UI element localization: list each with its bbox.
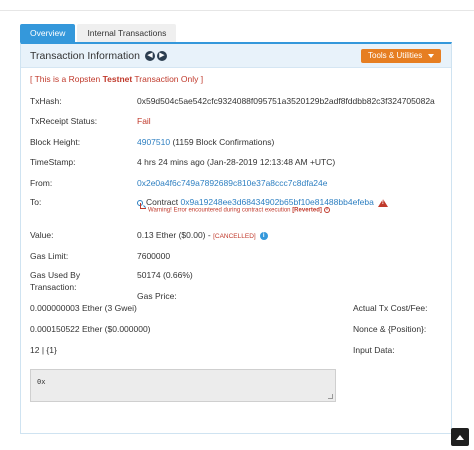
txhash-label: TxHash: xyxy=(30,96,62,106)
reverted-text: [Reverted] xyxy=(292,207,322,214)
input-data-value: 0x xyxy=(37,378,46,386)
receipt-status: Fail xyxy=(137,116,151,126)
warning-text: Warning! Error encountered during contra… xyxy=(148,207,293,214)
block-height-value: 4907510 (1159 Block Confirmations) xyxy=(137,137,274,147)
tab-bar: Overview Internal Transactions xyxy=(20,24,177,42)
resize-handle-icon[interactable] xyxy=(328,394,333,399)
nonce-label: Nonce & {Position}: xyxy=(353,324,427,334)
testnet-notice: [ This is a Ropsten Testnet Transaction … xyxy=(30,74,203,84)
from-address-link[interactable]: 0x2e0a4f6c749a7892689c810e37a8ccc7c8dfa2… xyxy=(137,178,327,188)
notice-suffix: Transaction Only ] xyxy=(132,74,204,84)
gas-price-label: Gas Price: xyxy=(137,291,177,301)
notice-prefix: [ This is a Ropsten xyxy=(30,74,103,84)
gas-used-value: 50174 (0.66%) xyxy=(137,270,193,280)
top-divider xyxy=(0,10,474,11)
tab-overview[interactable]: Overview xyxy=(20,24,76,42)
input-data-textarea[interactable]: 0x xyxy=(30,369,336,402)
from-label: From: xyxy=(30,178,53,188)
notice-bold: Testnet xyxy=(102,74,133,84)
nonce-value: 12 | {1} xyxy=(30,345,57,355)
block-confirmations: (1159 Block Confirmations) xyxy=(170,137,275,147)
gas-used-label-line1: Gas Used By xyxy=(30,270,81,280)
actual-fee-value: 0.000150522 Ether ($0.000000) xyxy=(30,324,151,334)
to-contract-link[interactable]: 0x9a19248ee3d68434902b65bf10e81488bb4efe… xyxy=(181,197,374,207)
to-label: To: xyxy=(30,197,42,207)
tools-utilities-label: Tools & Utilities xyxy=(368,51,423,60)
receipt-label: TxReceipt Status: xyxy=(30,116,98,126)
tools-utilities-button[interactable]: Tools & Utilities xyxy=(361,49,441,63)
gas-price-value: 0.000000003 Ether (3 Gwei) xyxy=(30,303,137,313)
gas-limit-label: Gas Limit: xyxy=(30,251,69,261)
prev-arrow-icon[interactable]: ◀ xyxy=(145,51,155,61)
contract-error-message: Warning! Error encountered during contra… xyxy=(148,207,330,214)
timestamp-label: TimeStamp: xyxy=(30,157,76,167)
scroll-to-top-button[interactable] xyxy=(451,428,469,446)
panel-header: Transaction Information ◀ ▶ Tools & Util… xyxy=(21,44,451,68)
tree-connector xyxy=(140,203,146,209)
caret-down-icon xyxy=(428,54,434,58)
panel-title: Transaction Information xyxy=(30,50,140,62)
info-icon[interactable]: i xyxy=(259,231,268,240)
contract-prefix: Contract xyxy=(146,197,181,207)
tab-internal-transactions[interactable]: Internal Transactions xyxy=(77,24,177,42)
value-amount: 0.13 Ether ($0.00) - [CANCELLED] i xyxy=(137,230,268,240)
error-circle-icon: × xyxy=(323,207,330,213)
actual-fee-label: Actual Tx Cost/Fee: xyxy=(353,303,428,313)
to-value: Contract 0x9a19248ee3d68434902b65bf10e81… xyxy=(137,197,388,207)
block-height-link[interactable]: 4907510 xyxy=(137,137,170,147)
cancelled-badge: [CANCELLED] xyxy=(213,233,256,240)
txhash-value: 0x59d504c5ae542cfc9324088f095751a3520129… xyxy=(137,96,435,106)
input-data-label: Input Data: xyxy=(353,345,395,355)
value-amount-text: 0.13 Ether ($0.00) - xyxy=(137,230,214,240)
timestamp-value: 4 hrs 24 mins ago (Jan-28-2019 12:13:48 … xyxy=(137,157,336,167)
next-arrow-icon[interactable]: ▶ xyxy=(157,51,167,61)
gas-used-label-line2: Transaction: xyxy=(30,282,77,292)
block-height-label: Block Height: xyxy=(30,137,81,147)
warning-icon xyxy=(377,198,388,207)
gas-limit-value: 7600000 xyxy=(137,251,171,261)
value-label: Value: xyxy=(30,230,54,240)
